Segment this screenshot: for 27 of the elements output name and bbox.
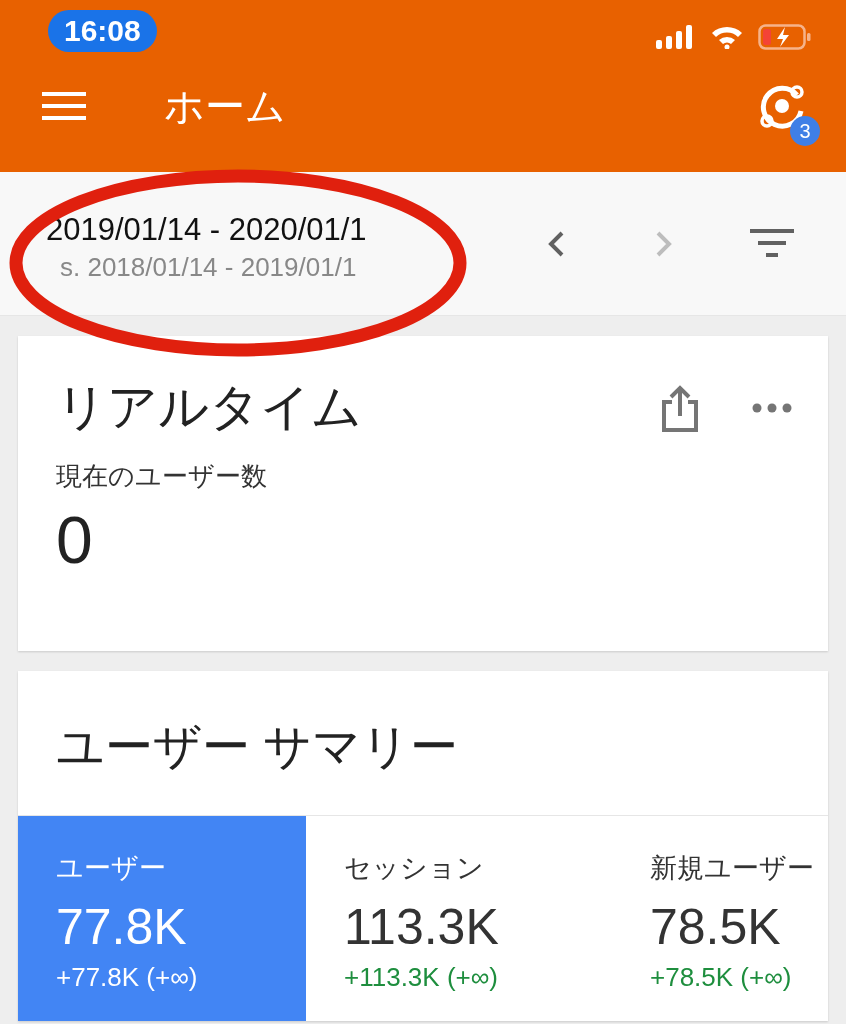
metric-value: 113.3K bbox=[344, 898, 500, 956]
filter-icon[interactable] bbox=[750, 228, 794, 259]
metric-label: 現在のユーザー数 bbox=[56, 460, 268, 493]
comparison-range-text: s. 2018/01/14 - 2019/01/1 bbox=[60, 252, 357, 283]
metric-label: ユーザー bbox=[56, 852, 167, 885]
metric-tab[interactable]: ユーザー 77.8K +77.8K (+∞) bbox=[18, 816, 306, 1021]
metric-label: 新規ユーザー bbox=[650, 852, 815, 885]
metric-tab[interactable]: セッション 113.3K +113.3K (+∞) bbox=[306, 816, 612, 1021]
battery-charging-icon bbox=[758, 24, 812, 50]
date-range-text[interactable]: 2019/01/14 - 2020/01/1 bbox=[46, 212, 367, 248]
metric-change: +78.5K (+∞) bbox=[650, 962, 793, 993]
metric-label: セッション bbox=[344, 852, 485, 885]
page-title: ホーム bbox=[164, 82, 287, 130]
metric-value: 77.8K bbox=[56, 898, 188, 956]
metric-tab[interactable]: 新規ユーザー 78.5K +78.5K (+∞) bbox=[612, 816, 828, 1021]
more-icon[interactable] bbox=[752, 402, 792, 413]
card-title: リアルタイム bbox=[56, 378, 363, 437]
metric-change: +77.8K (+∞) bbox=[56, 962, 199, 993]
metric-value: 78.5K bbox=[650, 898, 782, 956]
metric-value: 0 bbox=[56, 502, 94, 578]
clock-time: 16:08 bbox=[48, 10, 157, 52]
notification-badge: 3 bbox=[790, 116, 820, 146]
wifi-icon bbox=[710, 25, 744, 49]
menu-icon[interactable] bbox=[42, 90, 86, 122]
metric-change: +113.3K (+∞) bbox=[344, 962, 499, 993]
chevron-left-icon[interactable] bbox=[546, 229, 566, 258]
share-icon[interactable] bbox=[660, 383, 700, 432]
